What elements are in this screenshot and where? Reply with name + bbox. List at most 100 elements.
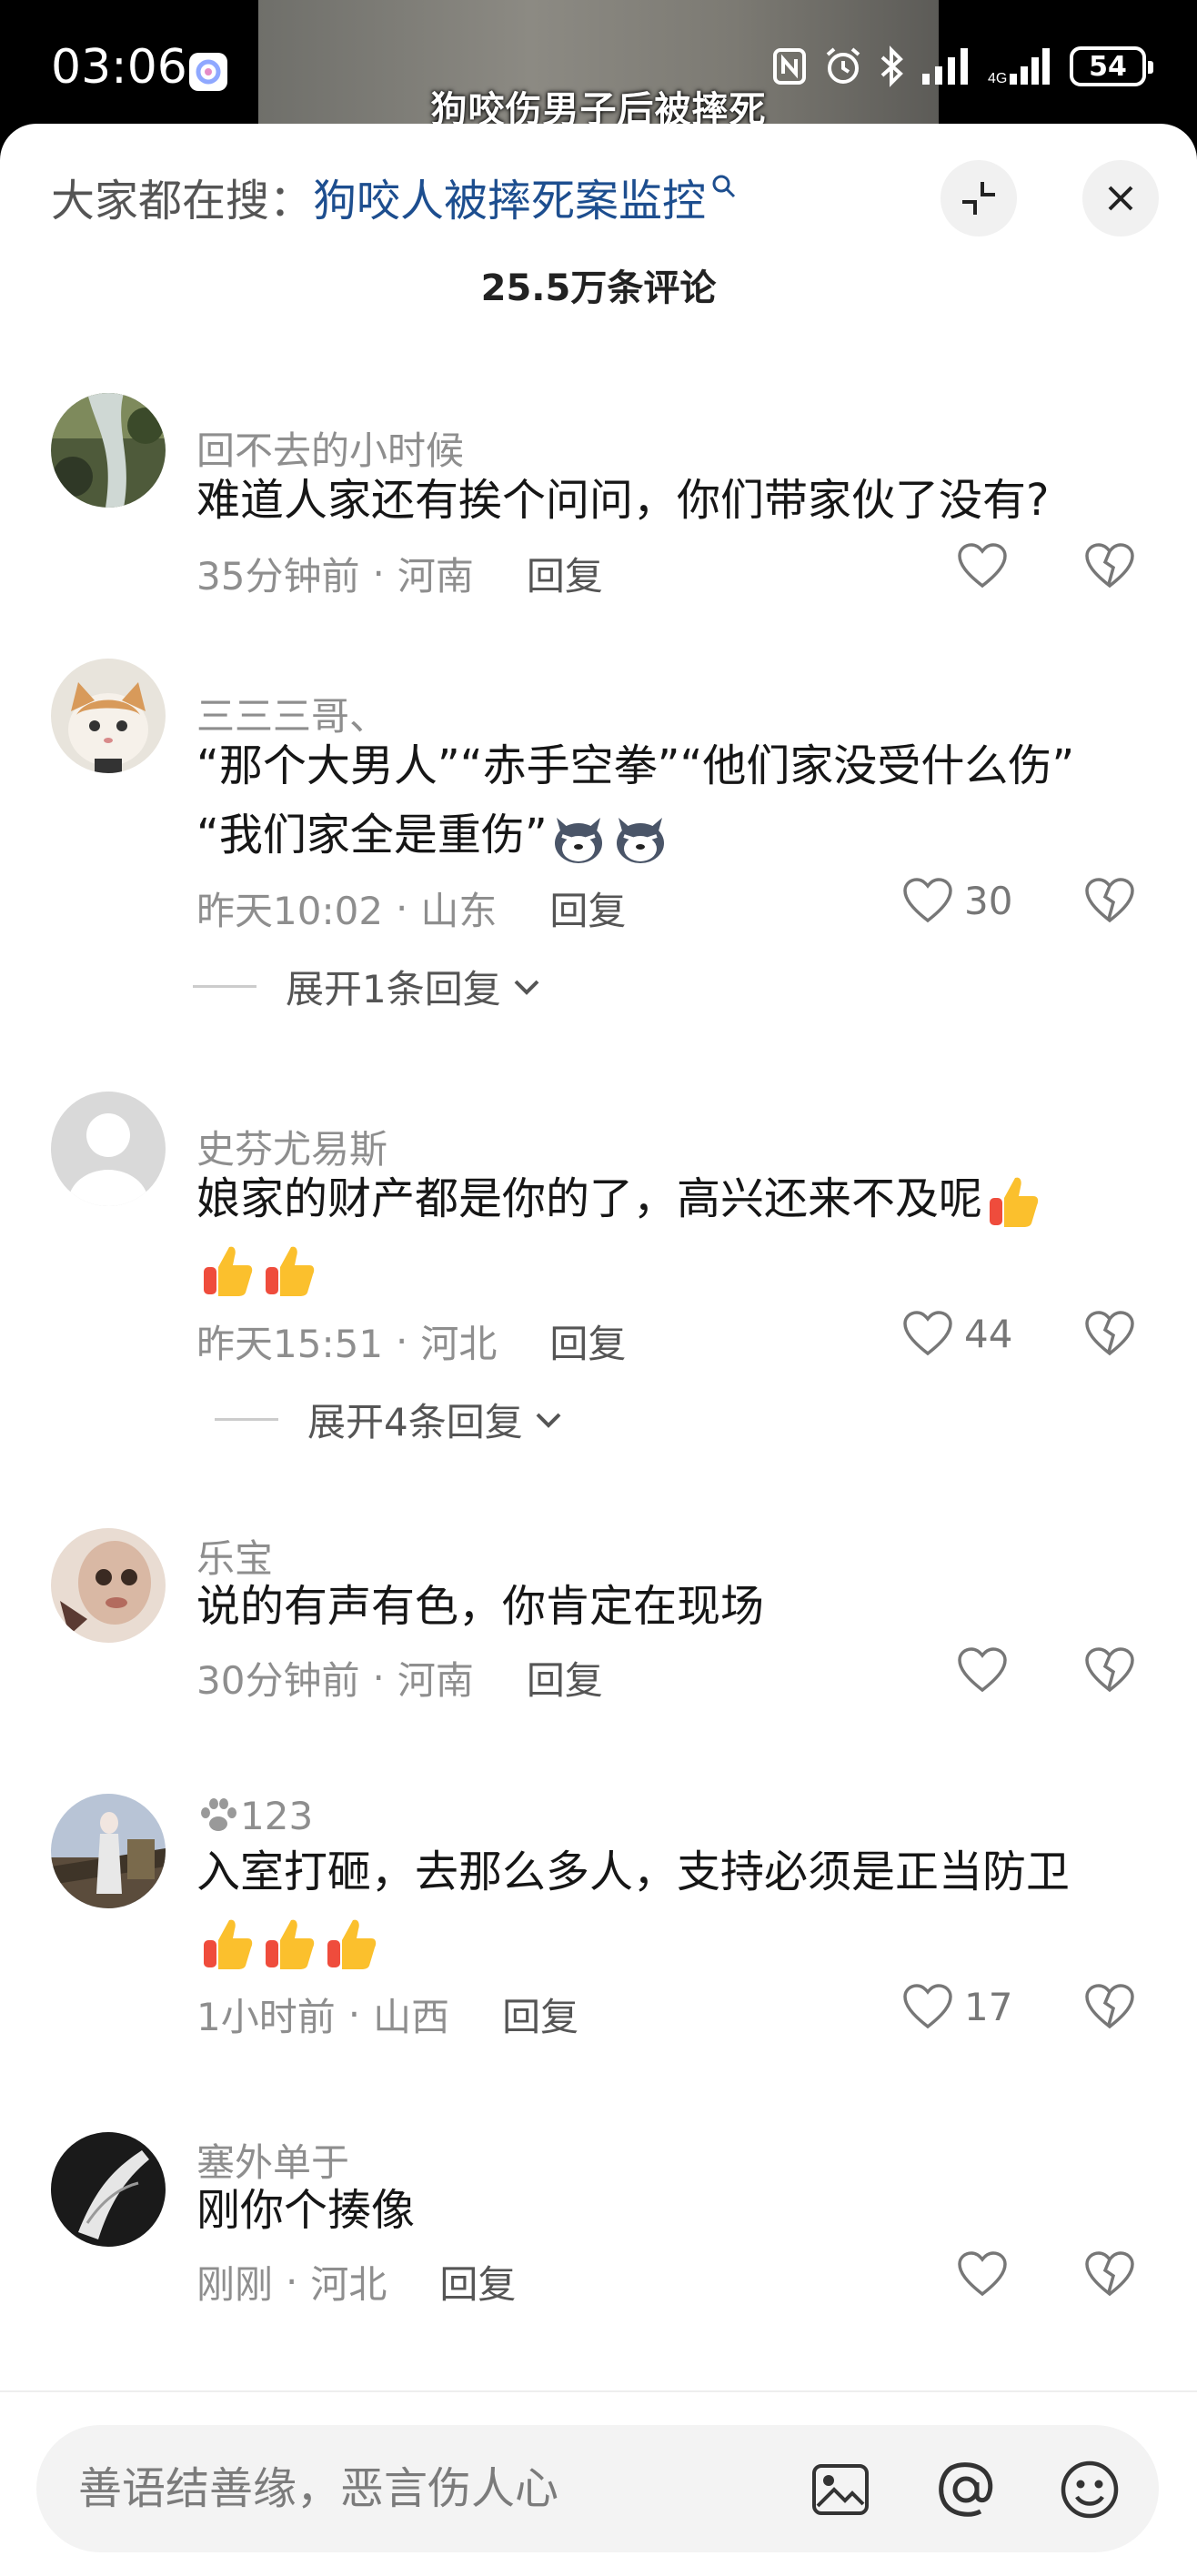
broken-heart-icon (1085, 543, 1134, 589)
meta-separator: · (372, 1655, 385, 1700)
comment-input[interactable] (78, 2425, 788, 2552)
dislike-button[interactable] (1084, 1983, 1135, 2034)
trending-search-label: 大家都在搜： (51, 176, 314, 226)
paw-icon (201, 1797, 236, 1831)
nfc-icon (773, 48, 806, 85)
comment-location: 山西 (373, 1995, 450, 2039)
comment-text: 入室打砸，去那么多人，支持必须是正当防卫 (196, 1837, 1152, 1976)
expand-replies-label: 展开1条回复 (286, 967, 501, 1011)
comments-sheet: 大家都在搜： 狗咬人被摔死案监控 25.5万条评论 回不去的小时候 难道人家还有… (0, 124, 1197, 2576)
thumbs-up-icon (266, 1919, 315, 1969)
comment-text: 难道人家还有挨个问问，你们带家伙了没有? (196, 475, 1050, 526)
like-button[interactable] (957, 2250, 1008, 2298)
minimize-arrows-icon (962, 182, 995, 215)
heart-icon (958, 543, 1007, 589)
close-button[interactable] (1082, 160, 1159, 236)
thumbs-up-icon (204, 1246, 253, 1296)
expand-replies-button[interactable]: 展开1条回复 (193, 959, 543, 1014)
dislike-button[interactable] (1084, 542, 1135, 593)
app-notification-icon (189, 53, 227, 91)
comment-meta: 30分钟前 · 河南 回复 (196, 1650, 603, 1706)
broken-heart-icon (1085, 1311, 1134, 1356)
comment-text-line: “我们家全是重伤” (196, 800, 1152, 870)
search-icon (712, 175, 736, 198)
comment-text-part: 娘家的财产都是你的了，高兴还来不及呢 (196, 1173, 983, 1224)
broken-heart-icon (1085, 2251, 1134, 2297)
collapse-button[interactable] (940, 160, 1017, 236)
trending-search[interactable]: 大家都在搜： 狗咬人被摔死案监控 (51, 160, 737, 233)
chevron-down-icon (514, 980, 539, 995)
comment-text: “那个大男人”“赤手空拳”“他们家没受什么伤” “我们家全是重伤” (196, 731, 1152, 870)
smiley-icon (1061, 2460, 1119, 2519)
avatar[interactable] (51, 659, 166, 773)
comment-time: 30分钟前 (196, 1658, 360, 1703)
clock: 03:06 (51, 40, 187, 95)
comment-location: 河北 (420, 1322, 498, 1366)
trending-search-link[interactable]: 狗咬人被摔死案监控 (313, 165, 706, 228)
avatar[interactable] (51, 1092, 166, 1206)
reply-button[interactable]: 回复 (439, 2254, 516, 2309)
alarm-icon (826, 47, 860, 84)
reply-button[interactable]: 回复 (502, 1987, 578, 2042)
like-button[interactable]: 30 (902, 877, 1012, 924)
dislike-button[interactable] (1084, 877, 1135, 928)
meta-separator: · (372, 551, 385, 596)
comment-time: 昨天10:02 (196, 889, 384, 933)
like-count: 44 (964, 1311, 1013, 1356)
divider-line (215, 1418, 278, 1421)
comment-meta: 昨天10:02 · 山东 回复 (196, 880, 626, 936)
chevron-down-icon (536, 1413, 561, 1428)
meta-separator: · (396, 886, 408, 931)
comment-location: 河南 (397, 1658, 474, 1703)
meta-separator: · (347, 1992, 361, 2037)
at-icon (939, 2462, 993, 2517)
dislike-button[interactable] (1084, 1646, 1135, 1697)
divider-line (193, 985, 256, 988)
avatar[interactable] (51, 1528, 166, 1643)
heart-icon (903, 1311, 952, 1356)
bluetooth-icon (880, 45, 903, 87)
like-button[interactable]: 17 (902, 1983, 1012, 2030)
comment-meta: 1小时前 · 山西 回复 (196, 1987, 578, 2042)
comment-meta: 刚刚 · 河北 回复 (196, 2254, 516, 2309)
close-icon (1108, 186, 1133, 211)
expand-replies-label: 展开4条回复 (307, 1400, 523, 1444)
comment-text: 刚你个揍像 (196, 2185, 416, 2236)
like-button[interactable] (957, 1646, 1008, 1694)
avatar[interactable] (51, 393, 166, 508)
reply-button[interactable]: 回复 (549, 880, 626, 936)
comment-location: 河南 (397, 554, 474, 599)
thumbs-up-icon (266, 1246, 315, 1296)
thumbs-up-icon (327, 1919, 377, 1969)
reply-button[interactable]: 回复 (549, 1313, 626, 1369)
comment-meta: 35分钟前 · 河南 回复 (196, 546, 603, 601)
comment-location: 山东 (420, 889, 498, 933)
comment-count: 25.5万条评论 (480, 267, 717, 309)
heart-icon (958, 1647, 1007, 1693)
signal-2-icon: 4G (988, 48, 1050, 86)
comment-username[interactable]: 123 (196, 1794, 313, 1838)
broken-heart-icon (1085, 1647, 1134, 1693)
dislike-button[interactable] (1084, 2250, 1135, 2301)
thumbs-up-icon (990, 1177, 1039, 1227)
avatar[interactable] (51, 2132, 166, 2247)
like-button[interactable] (957, 542, 1008, 589)
image-button[interactable] (808, 2457, 873, 2522)
signal-icon (922, 48, 968, 85)
thumbs-up-icon (204, 1919, 253, 1969)
reply-button[interactable]: 回复 (527, 1650, 603, 1706)
avatar[interactable] (51, 1794, 166, 1908)
mention-button[interactable] (933, 2457, 999, 2522)
emoji-button[interactable] (1057, 2457, 1122, 2522)
svg-text:4G: 4G (988, 71, 1007, 86)
reply-button[interactable]: 回复 (527, 546, 603, 601)
heart-icon (903, 878, 952, 923)
like-count: 17 (964, 1984, 1013, 2029)
like-button[interactable]: 44 (902, 1310, 1012, 1357)
dislike-button[interactable] (1084, 1310, 1135, 1361)
meta-separator: · (286, 2259, 298, 2304)
comment-input-bar[interactable] (36, 2425, 1159, 2552)
comment-time: 35分钟前 (196, 554, 360, 599)
expand-replies-button[interactable]: 展开4条回复 (215, 1392, 565, 1447)
comment-text: 说的有声有色，你肯定在现场 (196, 1581, 765, 1632)
